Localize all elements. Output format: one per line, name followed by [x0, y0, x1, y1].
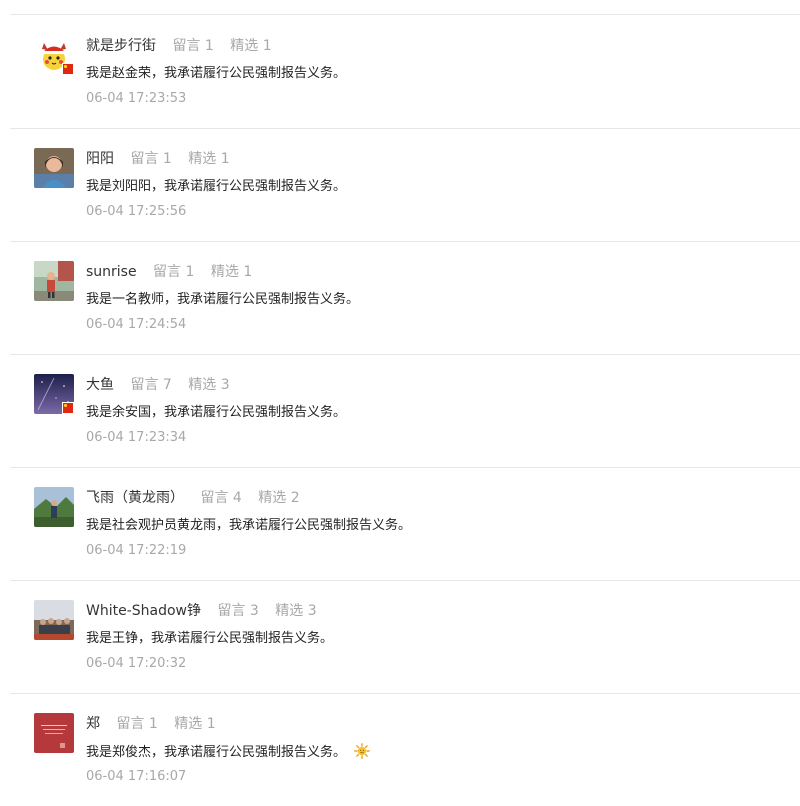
comment-meta: 就是步行街 留言 1 精选 1	[86, 37, 284, 55]
comment-meta: White-Shadow铮 留言 3 精选 3	[86, 602, 329, 620]
comment-timestamp: 06-04 17:25:56	[86, 204, 187, 219]
reply-count[interactable]: 留言 1	[172, 38, 213, 54]
comment-item: 就是步行街 留言 1 精选 1 我是赵金荣，我承诺履行公民强制报告义务。 06-…	[10, 15, 800, 129]
comment-text: 我是王铮，我承诺履行公民强制报告义务。	[86, 631, 334, 646]
comment-item: 大鱼 留言 7 精选 3 我是余安国，我承诺履行公民强制报告义务。 06-04 …	[10, 354, 800, 468]
nickname[interactable]: 就是步行街	[86, 38, 156, 54]
sun-emoji-icon	[354, 743, 370, 759]
comment-timestamp: 06-04 17:23:53	[86, 91, 187, 106]
nickname[interactable]: 飞雨（黄龙雨）	[86, 490, 184, 506]
comment-meta: 飞雨（黄龙雨） 留言 4 精选 2	[86, 489, 312, 507]
china-flag-badge-icon	[62, 63, 74, 75]
comment-timestamp: 06-04 17:23:34	[86, 430, 187, 445]
comment-text: 我是社会观护员黄龙雨，我承诺履行公民强制报告义务。	[86, 518, 412, 533]
reply-count[interactable]: 留言 1	[153, 264, 194, 280]
reply-count[interactable]: 留言 4	[200, 490, 241, 506]
nickname[interactable]: White-Shadow铮	[86, 603, 201, 619]
china-flag-badge-icon	[62, 402, 74, 414]
comment-meta: sunrise 留言 1 精选 1	[86, 263, 264, 281]
comment-item: 飞雨（黄龙雨） 留言 4 精选 2 我是社会观护员黄龙雨，我承诺履行公民强制报告…	[10, 467, 800, 581]
comment-meta: 郑 留言 1 精选 1	[86, 715, 228, 733]
comment-timestamp: 06-04 17:22:19	[86, 543, 187, 558]
comment-meta: 大鱼 留言 7 精选 3	[86, 376, 242, 394]
comment-item: sunrise 留言 1 精选 1 我是一名教师，我承诺履行公民强制报告义务。 …	[10, 241, 800, 355]
reply-count[interactable]: 留言 1	[130, 151, 171, 167]
outdoor-photo-avatar-icon[interactable]	[34, 261, 74, 301]
featured-count[interactable]: 精选 1	[230, 38, 271, 54]
portrait-photo-avatar-icon[interactable]	[34, 148, 74, 188]
comment-text: 我是赵金荣，我承诺履行公民强制报告义务。	[86, 66, 347, 81]
reply-count[interactable]: 留言 1	[116, 716, 157, 732]
nickname[interactable]: 大鱼	[86, 377, 114, 393]
comment-text: 我是余安国，我承诺履行公民强制报告义务。	[86, 405, 347, 420]
featured-count[interactable]: 精选 1	[188, 151, 229, 167]
landscape-photo-avatar-icon[interactable]	[34, 487, 74, 527]
featured-count[interactable]: 精选 2	[258, 490, 299, 506]
group-photo-avatar-icon[interactable]	[34, 600, 74, 640]
comment-timestamp: 06-04 17:24:54	[86, 317, 187, 332]
comment-item: 郑 留言 1 精选 1 我是郑俊杰，我承诺履行公民强制报告义务。 06-04 1…	[10, 693, 800, 806]
calligraphy-card-avatar-icon[interactable]	[34, 713, 74, 753]
featured-count[interactable]: 精选 1	[211, 264, 252, 280]
reply-count[interactable]: 留言 3	[217, 603, 258, 619]
comment-timestamp: 06-04 17:16:07	[86, 769, 187, 784]
comment-text: 我是刘阳阳，我承诺履行公民强制报告义务。	[86, 179, 347, 194]
nickname[interactable]: 郑	[86, 716, 100, 732]
comment-text-body: 我是郑俊杰，我承诺履行公民强制报告义务。	[86, 745, 347, 760]
comment-timestamp: 06-04 17:20:32	[86, 656, 187, 671]
nickname[interactable]: 阳阳	[86, 151, 114, 167]
comment-text: 我是郑俊杰，我承诺履行公民强制报告义务。	[86, 743, 370, 762]
nickname[interactable]: sunrise	[86, 264, 137, 280]
comment-meta: 阳阳 留言 1 精选 1	[86, 150, 242, 168]
featured-count[interactable]: 精选 3	[275, 603, 316, 619]
reply-count[interactable]: 留言 7	[130, 377, 171, 393]
featured-count[interactable]: 精选 3	[188, 377, 229, 393]
comment-item: White-Shadow铮 留言 3 精选 3 我是王铮，我承诺履行公民强制报告…	[10, 580, 800, 694]
comment-item: 阳阳 留言 1 精选 1 我是刘阳阳，我承诺履行公民强制报告义务。 06-04 …	[10, 128, 800, 242]
comment-text: 我是一名教师，我承诺履行公民强制报告义务。	[86, 292, 360, 307]
featured-count[interactable]: 精选 1	[174, 716, 215, 732]
